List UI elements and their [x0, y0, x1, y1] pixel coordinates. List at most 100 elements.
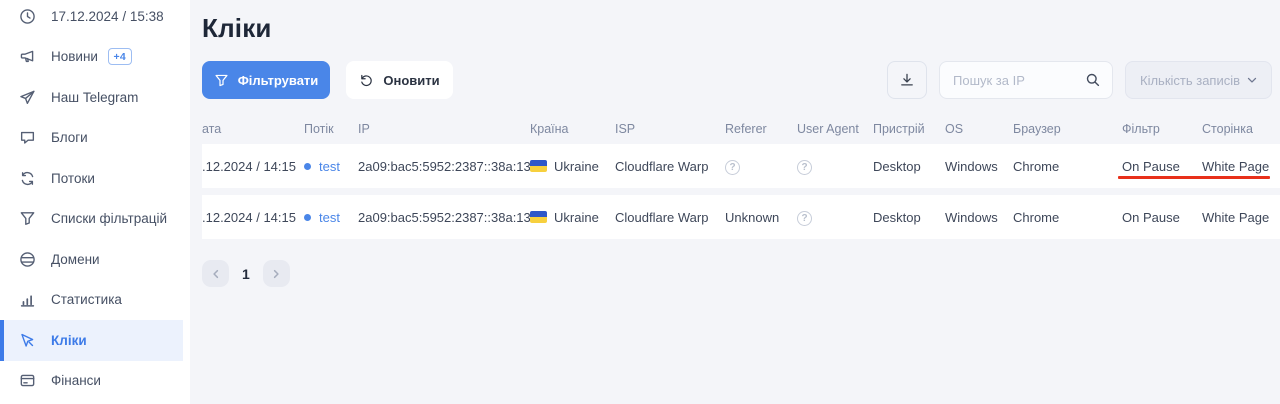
col-header-flow: Потік — [304, 121, 334, 136]
pagination: 1 — [202, 260, 1280, 287]
cell-ip: 2a09:bac5:5952:2387::38a:13 — [358, 209, 530, 225]
cell-user-agent — [797, 158, 873, 175]
col-header-filter: Фільтр — [1122, 121, 1160, 136]
refresh-icon — [359, 73, 374, 88]
sidebar-item-filter-lists[interactable]: Списки фільтрацій — [0, 199, 190, 240]
question-icon — [797, 159, 812, 175]
download-icon — [899, 72, 915, 88]
search-field-wrap — [939, 61, 1113, 99]
sidebar-item-domains[interactable]: Домени — [0, 239, 190, 280]
cell-date: .12.2024 / 14:15 — [202, 209, 296, 225]
sidebar-item-label: Фінанси — [51, 373, 101, 389]
megaphone-icon — [19, 48, 36, 65]
clock-icon — [19, 8, 36, 25]
table-header-row: ата Потік IP Країна ISP Referer User Age… — [202, 115, 1280, 142]
sidebar-item-label: Домени — [51, 251, 100, 267]
globe-icon — [19, 251, 36, 268]
funnel-icon — [214, 73, 229, 88]
flow-status-dot — [304, 162, 311, 170]
cell-filter: On Pause — [1122, 209, 1180, 225]
table-row: .12.2024 / 14:15 test 2a09:bac5:5952:238… — [202, 195, 1280, 239]
refresh-button-label: Оновити — [383, 72, 440, 88]
sync-icon — [19, 170, 36, 187]
sidebar-item-clicks[interactable]: Кліки — [0, 320, 183, 361]
col-header-device: Пристрій — [873, 121, 925, 136]
sidebar: 17.12.2024 / 15:38 Новини +4 Наш Telegra… — [0, 0, 190, 404]
cell-device: Desktop — [873, 158, 921, 174]
col-header-ip: IP — [358, 121, 370, 136]
flow-status-dot — [304, 213, 311, 221]
country-label: Ukraine — [554, 209, 599, 225]
chevron-down-icon — [1245, 73, 1259, 87]
download-button[interactable] — [887, 61, 927, 99]
filter-button[interactable]: Фільтрувати — [202, 61, 330, 99]
cell-os: Windows — [945, 209, 998, 225]
main-content: Кліки Фільтрувати Оновити Пошук за IP Кі… — [190, 0, 1280, 404]
col-header-referer: Referer — [725, 121, 767, 136]
sidebar-nav: 17.12.2024 / 15:38 Новини +4 Наш Telegra… — [0, 0, 190, 401]
news-count-badge: +4 — [107, 48, 132, 66]
pagination-current-page: 1 — [242, 265, 250, 282]
cell-browser: Chrome — [1013, 209, 1060, 225]
table-row: .12.2024 / 14:15 test 2a09:bac5:5952:238… — [202, 144, 1280, 188]
flow-link[interactable]: test — [319, 159, 340, 174]
app-window: 17.12.2024 / 15:38 Новини +4 Наш Telegra… — [0, 0, 1280, 404]
funnel-icon — [19, 210, 36, 227]
paper-plane-icon — [19, 89, 36, 106]
chat-icon — [19, 129, 36, 146]
flow-link[interactable]: test — [319, 210, 340, 225]
sidebar-item-label: Кліки — [51, 332, 87, 348]
cell-device: Desktop — [873, 209, 921, 225]
sidebar-item-finances[interactable]: Фінанси — [0, 361, 190, 402]
cell-page: White Page — [1202, 158, 1270, 174]
cell-flow: test — [304, 210, 358, 225]
cell-country: Ukraine — [530, 159, 615, 174]
records-count-dropdown[interactable]: Кількість записів — [1125, 61, 1272, 99]
col-header-date: ата — [202, 121, 222, 136]
cell-ip: 2a09:bac5:5952:2387::38a:13 — [358, 158, 530, 174]
cell-date: .12.2024 / 14:15 — [202, 158, 296, 174]
sidebar-item-flows[interactable]: Потоки — [0, 158, 190, 199]
toolbar-right: Кількість записів — [887, 61, 1272, 99]
cell-flow: test — [304, 159, 358, 174]
sidebar-item-label: Потоки — [51, 170, 95, 186]
cell-page: White Page — [1202, 209, 1270, 225]
col-header-country: Країна — [530, 121, 569, 136]
sidebar-item-label: 17.12.2024 / 15:38 — [51, 8, 164, 24]
sidebar-item-blogs[interactable]: Блоги — [0, 118, 190, 159]
cell-browser: Chrome — [1013, 158, 1060, 174]
sidebar-item-label: Наш Telegram — [51, 89, 139, 105]
col-header-user-agent: User Agent — [797, 121, 859, 136]
col-header-browser: Браузер — [1013, 121, 1061, 136]
records-count-label: Кількість записів — [1140, 72, 1241, 88]
page-title: Кліки — [202, 13, 272, 43]
cell-referer: Unknown — [725, 209, 780, 225]
search-input[interactable] — [939, 61, 1113, 99]
annotation-red-underline — [1118, 176, 1270, 179]
toolbar: Фільтрувати Оновити Пошук за IP Кількіст… — [202, 61, 1280, 99]
card-icon — [19, 372, 36, 389]
sidebar-item-news[interactable]: Новини +4 — [0, 37, 190, 78]
pagination-prev-button[interactable] — [202, 260, 229, 287]
sidebar-datetime: 17.12.2024 / 15:38 — [0, 0, 190, 37]
sidebar-item-telegram[interactable]: Наш Telegram — [0, 77, 190, 118]
cell-filter: On Pause — [1122, 158, 1180, 174]
cell-country: Ukraine — [530, 210, 615, 225]
pagination-next-button[interactable] — [262, 260, 290, 287]
refresh-button[interactable]: Оновити — [346, 61, 453, 99]
sidebar-item-label: Статистика — [51, 292, 122, 308]
question-icon — [797, 210, 812, 226]
cell-os: Windows — [945, 158, 998, 174]
cell-isp: Cloudflare Warp — [615, 158, 709, 174]
bar-chart-icon — [19, 291, 36, 308]
sidebar-item-label: Новини — [51, 49, 98, 65]
cell-isp: Cloudflare Warp — [615, 209, 709, 225]
sidebar-item-label: Блоги — [51, 130, 88, 146]
chevron-right-icon — [269, 267, 283, 281]
col-header-os: OS — [945, 121, 964, 136]
cell-user-agent — [797, 209, 873, 226]
cell-referer — [725, 158, 797, 175]
country-label: Ukraine — [554, 158, 599, 174]
chevron-left-icon — [209, 267, 223, 281]
sidebar-item-statistics[interactable]: Статистика — [0, 280, 190, 321]
